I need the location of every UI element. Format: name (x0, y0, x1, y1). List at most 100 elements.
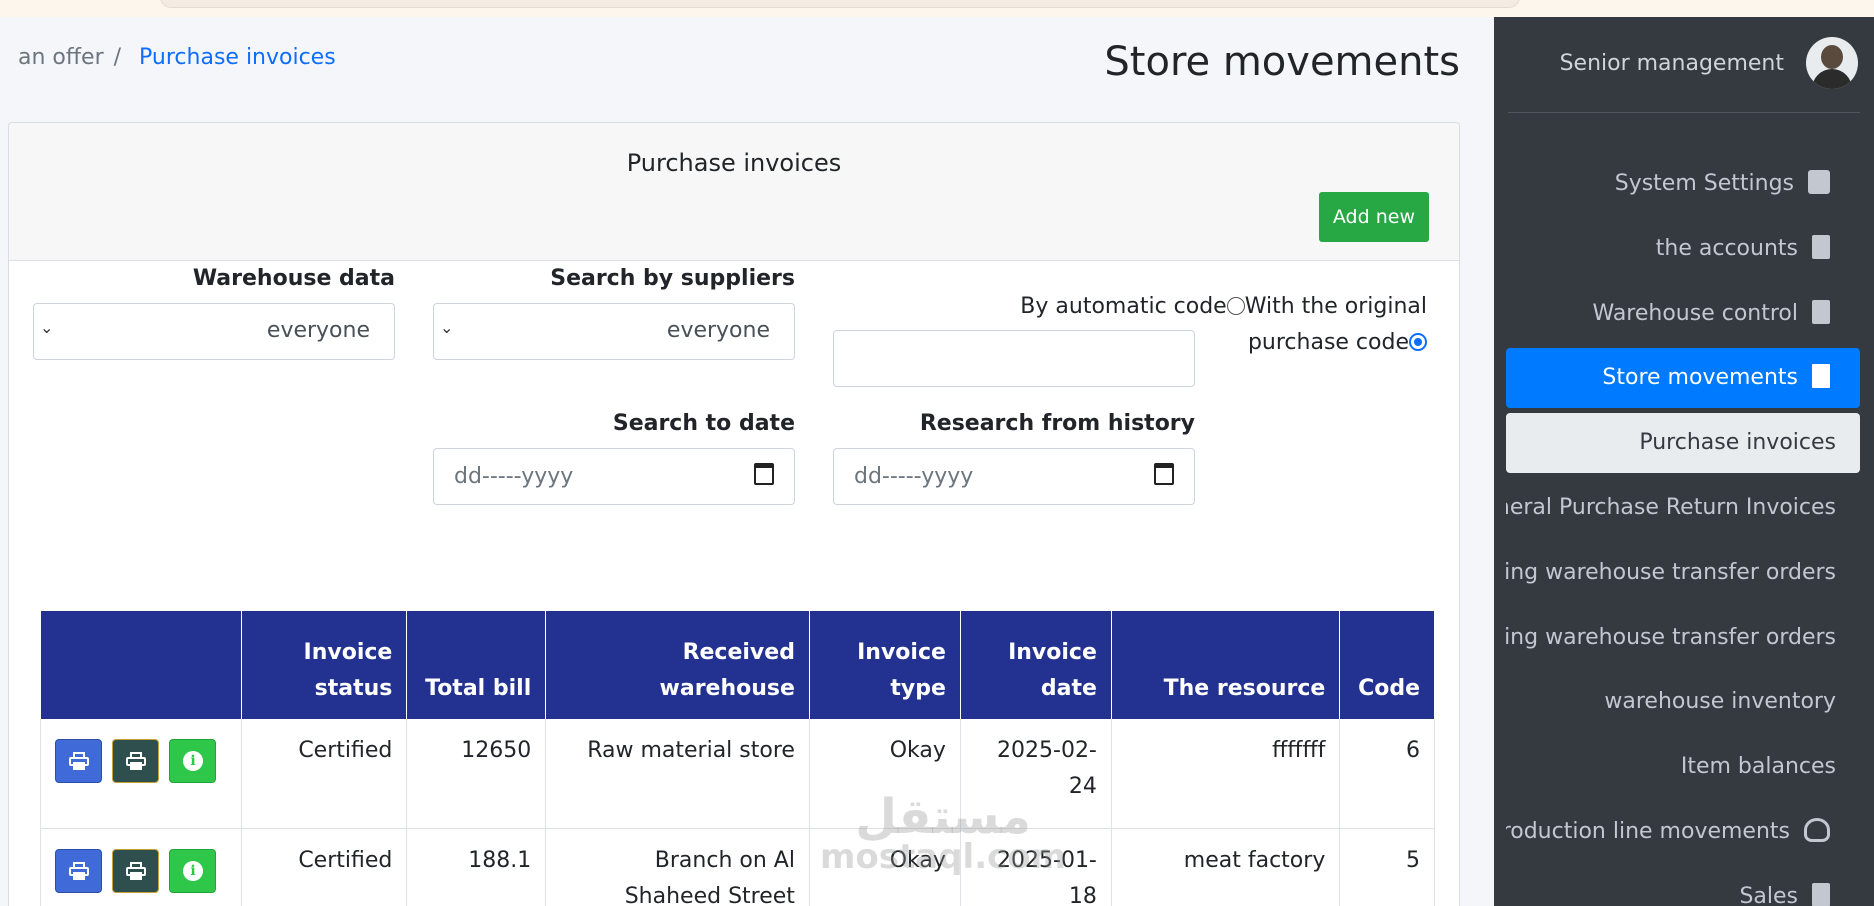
suppliers-select-value: everyone (666, 318, 770, 343)
date-from-input[interactable]: dd-----yyyy (833, 448, 1195, 505)
info-icon: i (183, 751, 203, 771)
watermark-arabic: مستقل (855, 789, 1031, 845)
wallet-icon (1808, 170, 1830, 194)
date-to-label: Search to date (612, 411, 795, 436)
original-code-label: With the original purchase code (1244, 294, 1427, 355)
sidebar-item-label: Purchase invoices (1639, 430, 1836, 455)
column-header-total[interactable]: Total bill (406, 611, 547, 719)
watermark: مستقل mostaql.com (820, 789, 1067, 877)
print-button[interactable] (55, 848, 102, 893)
invoices-table: Invoice status Total bill Received wareh… (39, 611, 1435, 906)
sidebar-item-label: Item balances (1680, 754, 1836, 779)
breadcrumb-current[interactable]: Purchase invoices (139, 45, 336, 70)
breadcrumb: an offer / Purchase invoices (18, 45, 336, 70)
sidebar-item-store-movements[interactable]: Store movements (1506, 348, 1860, 408)
sidebar-item-sales[interactable]: Sales (1506, 867, 1860, 906)
sidebar-subitem-purchase-invoices[interactable]: Purchase invoices (1506, 413, 1860, 473)
column-header-warehouse[interactable]: Received warehouse (545, 611, 810, 719)
column-header-status[interactable]: Invoice status (241, 611, 408, 719)
chevron-down-icon: ⌄ (40, 318, 54, 337)
info-button[interactable]: i (169, 739, 216, 783)
sidebar-subitem-purchase-return[interactable]: General Purchase Return Invoices (1506, 478, 1860, 538)
sidebar-subitem-warehouse-inventory[interactable]: warehouse inventory (1506, 672, 1860, 732)
address-bar[interactable] (160, 0, 1520, 8)
sidebar-item-label: Outgoing warehouse transfer orders (1506, 560, 1836, 585)
breadcrumb-root[interactable]: an offer (18, 45, 104, 70)
suppliers-filter-label: Search by suppliers (550, 266, 795, 291)
cell-total: 12650 (406, 719, 547, 829)
breadcrumb-separator: / (113, 45, 122, 70)
sidebar: Senior management System Settings the ac… (1494, 17, 1874, 906)
column-header-type[interactable]: Invoice type (809, 611, 961, 719)
cell-warehouse: Raw material store (545, 719, 810, 829)
sidebar-subitem-item-balances[interactable]: Item balances (1506, 737, 1860, 797)
user-name: Senior management (1559, 51, 1784, 76)
add-new-button[interactable]: Add new (1318, 192, 1429, 242)
date-to-input[interactable]: dd-----yyyy (433, 448, 795, 505)
cell-code: 5 (1339, 828, 1435, 906)
sidebar-item-system-settings[interactable]: System Settings (1506, 154, 1860, 214)
column-header-resource[interactable]: The resource (1111, 611, 1341, 719)
page-title: Store movements (1104, 39, 1460, 85)
calendar-icon[interactable] (1154, 463, 1174, 485)
sidebar-divider (1508, 112, 1860, 113)
suppliers-select[interactable]: ⌄ everyone (433, 303, 795, 360)
cell-status: Certified (241, 719, 408, 829)
cell-total: 188.1 (406, 828, 547, 906)
cell-resource: meat factory (1111, 828, 1341, 906)
auto-code-label: By automatic code (1020, 294, 1227, 319)
card-header: Purchase invoices Add new (9, 123, 1459, 261)
file-chart-icon (1812, 300, 1830, 324)
calendar-icon[interactable] (754, 463, 774, 485)
cell-code: 6 (1339, 719, 1435, 829)
watermark-latin: mostaql.com (820, 837, 1067, 877)
date-to-placeholder: dd-----yyyy (454, 464, 574, 489)
sidebar-item-label: Incoming warehouse transfer orders (1506, 625, 1836, 650)
chevron-down-icon: ⌄ (440, 318, 454, 337)
sidebar-item-production-line[interactable]: Production line movements (1506, 802, 1860, 862)
user-panel[interactable]: Senior management (1518, 37, 1858, 89)
sidebar-item-label: warehouse inventory (1604, 689, 1836, 714)
row-actions: i (39, 719, 243, 829)
column-header-date[interactable]: Invoice date (960, 611, 1112, 719)
card-title: Purchase invoices (626, 149, 842, 177)
sidebar-item-label: Sales (1739, 884, 1798, 906)
sidebar-subitem-incoming-transfers[interactable]: Incoming warehouse transfer orders (1506, 608, 1860, 668)
original-code-radio[interactable] (1409, 333, 1427, 351)
warehouse-filter-label: Warehouse data (192, 266, 395, 291)
sidebar-item-label: General Purchase Return Invoices (1506, 495, 1836, 520)
cell-warehouse: Branch on Al Shaheed Street (545, 828, 810, 906)
row-actions: i (39, 828, 243, 906)
print-alt-button[interactable] (112, 848, 159, 893)
auto-code-radio[interactable] (1226, 297, 1245, 315)
print-alt-button[interactable] (112, 739, 159, 783)
purchase-code-input[interactable] (833, 330, 1195, 387)
print-button[interactable] (55, 739, 102, 783)
column-header-code[interactable]: Code (1339, 611, 1435, 719)
sidebar-item-accounts[interactable]: the accounts (1506, 219, 1860, 279)
browser-top-strip (0, 0, 1874, 17)
invoice-dollar-icon (1812, 235, 1830, 259)
file-invoice-icon (1812, 883, 1830, 906)
date-from-label: Research from history (919, 411, 1195, 436)
printer-icon (69, 752, 89, 770)
sidebar-item-label: the accounts (1655, 236, 1798, 261)
warehouse-select-value: everyone (266, 318, 370, 343)
cell-status: Certified (241, 828, 408, 906)
printer-icon (126, 752, 146, 770)
printer-icon (126, 861, 146, 880)
info-button[interactable]: i (169, 848, 216, 893)
column-header-actions (40, 611, 243, 719)
sidebar-item-warehouse-control[interactable]: Warehouse control (1506, 284, 1860, 344)
sidebar-item-label: Store movements (1602, 365, 1798, 390)
sidebar-item-label: System Settings (1614, 171, 1794, 196)
avatar[interactable] (1806, 37, 1858, 89)
table-row: i Certified 188.1 Branch on Al Shaheed S… (39, 828, 1435, 906)
table-row: i Certified 12650 Raw material store Oka… (39, 719, 1435, 829)
warehouse-select[interactable]: ⌄ everyone (33, 303, 395, 360)
sidebar-item-label: Warehouse control (1592, 301, 1798, 326)
printer-icon (69, 861, 89, 880)
receipt-icon (1812, 364, 1830, 388)
cell-resource: fffffff (1111, 719, 1341, 829)
sidebar-subitem-outgoing-transfers[interactable]: Outgoing warehouse transfer orders (1506, 543, 1860, 603)
